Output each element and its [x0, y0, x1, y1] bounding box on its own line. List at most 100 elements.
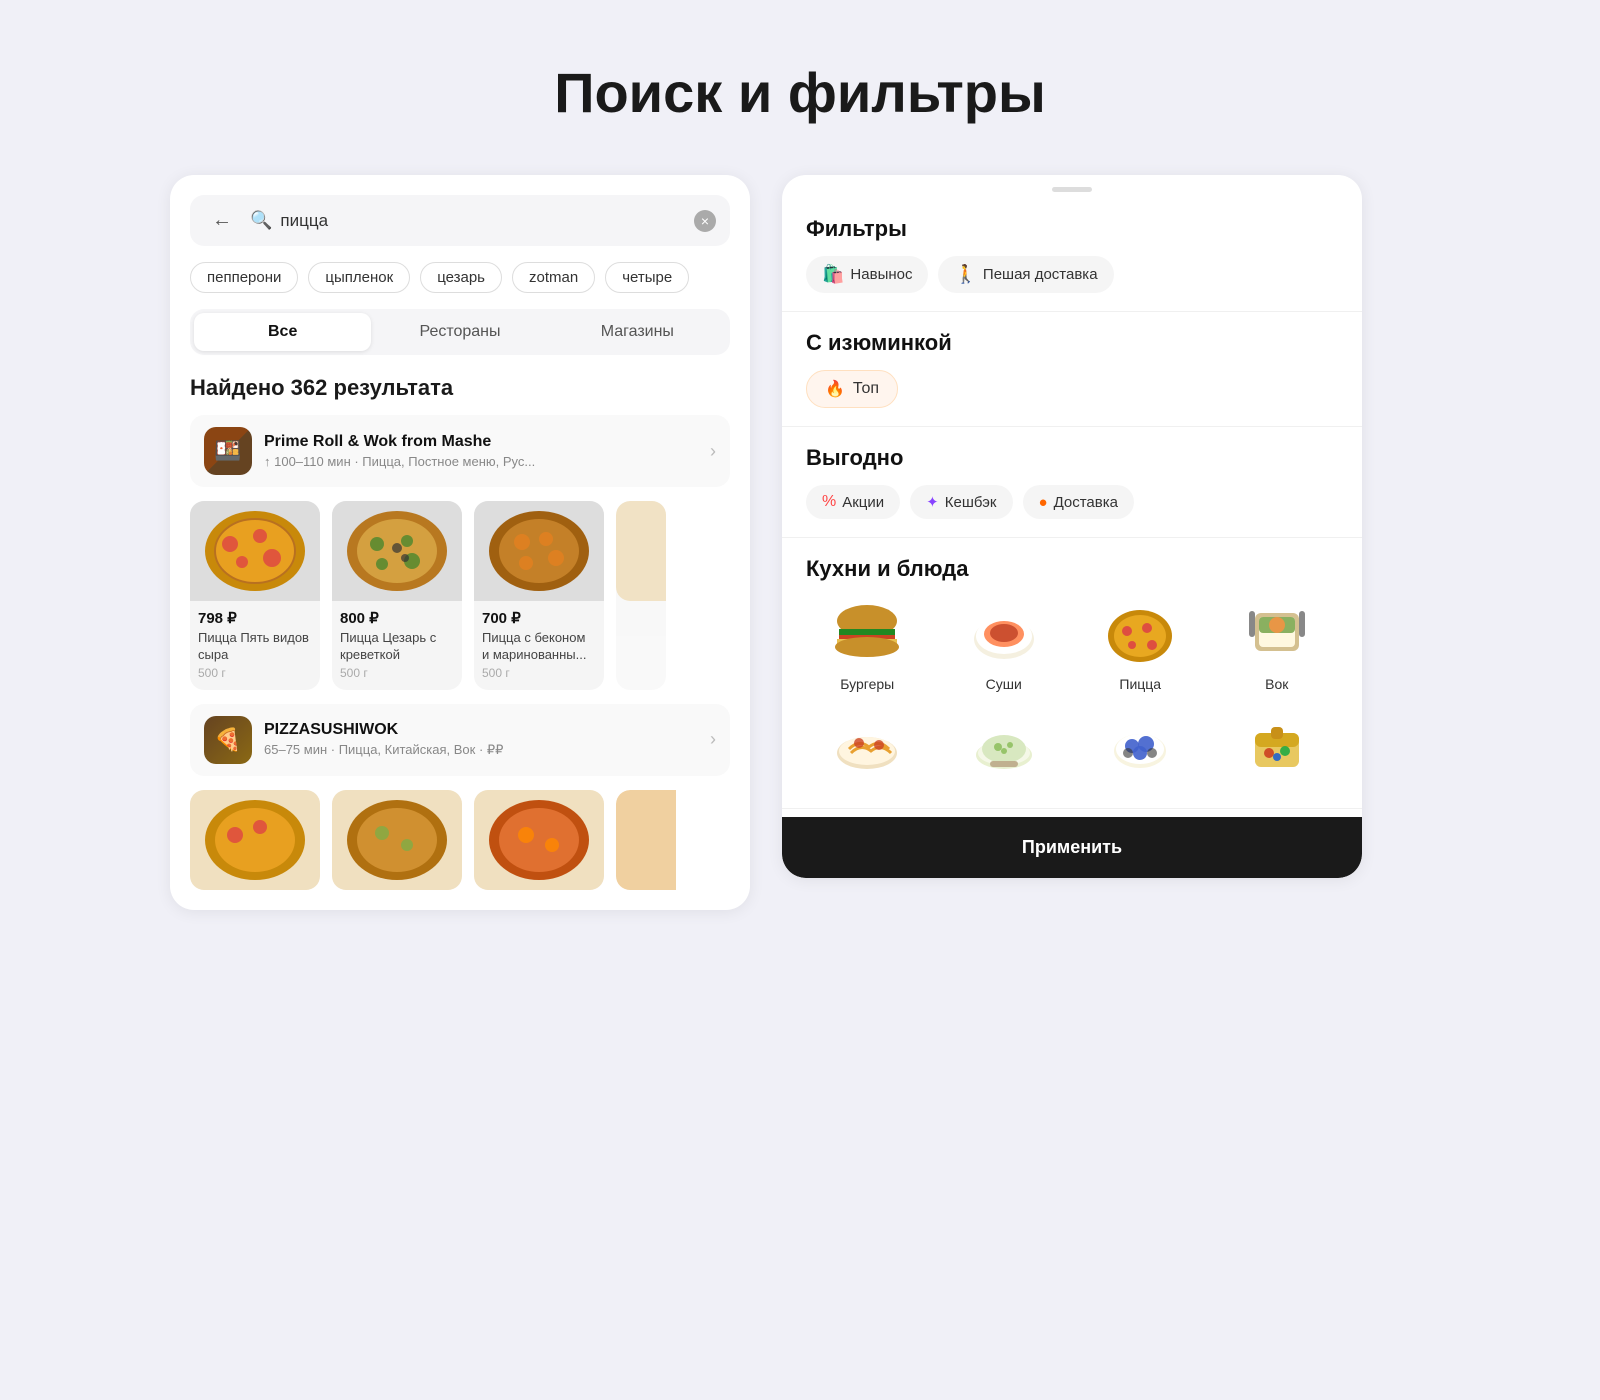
sushi-label: Суши — [986, 676, 1022, 692]
search-icon: 🔍 — [250, 210, 272, 231]
pizza-card-1[interactable] — [332, 790, 462, 890]
cuisine-pizza[interactable]: Пицца — [1079, 596, 1202, 692]
food-weight-1: 500 г — [340, 666, 454, 680]
promo-chip-delivery[interactable]: ● Доставка — [1023, 485, 1134, 519]
cuisine-grid: Бургеры Суши — [806, 596, 1338, 786]
restaurant-arrow-1: › — [710, 441, 716, 462]
drag-bar-area — [782, 175, 1362, 198]
wok-img — [1233, 596, 1321, 668]
restaurant-row-1[interactable]: 🍱 Prime Roll & Wok from Mashe ↑ 100–110 … — [190, 415, 730, 487]
tag-zotman[interactable]: zotman — [512, 262, 595, 293]
page-title: Поиск и фильтры — [554, 60, 1046, 125]
wok-label: Вок — [1265, 676, 1288, 692]
food-weight-2: 500 г — [482, 666, 596, 680]
food-name-0: Пицца Пять видов сыра — [198, 630, 312, 664]
cuisine-box[interactable] — [1216, 706, 1339, 786]
fire-icon: 🔥 — [825, 379, 845, 399]
apply-button[interactable]: Применить — [782, 817, 1362, 878]
soup-img — [960, 706, 1048, 778]
right-panel: Фильтры 🛍️ Навынос 🚶 Пешая доставка С из… — [782, 175, 1362, 878]
filters-section: Фильтры 🛍️ Навынос 🚶 Пешая доставка — [782, 198, 1362, 312]
food-card-3[interactable] — [616, 501, 666, 690]
berries-img — [1096, 706, 1184, 778]
cuisine-title: Кухни и блюда — [806, 556, 1338, 582]
filter-chip-takeout[interactable]: 🛍️ Навынос — [806, 256, 928, 293]
tag-chicken[interactable]: цыпленок — [308, 262, 410, 293]
cashback-label: Кешбэк — [945, 494, 997, 511]
food-price-1: 800 ₽ — [340, 609, 454, 627]
pizza-img — [1096, 596, 1184, 668]
cuisine-sushi[interactable]: Суши — [943, 596, 1066, 692]
restaurant-info-2: PIZZASUSHIWOK 65–75 мин · Пицца, Китайск… — [264, 721, 702, 758]
promo-section: Выгодно % Акции ✦ Кешбэк ● Доставка — [782, 427, 1362, 538]
walk-label: Пешая доставка — [983, 266, 1098, 283]
special-chip-top[interactable]: 🔥 Топ — [806, 370, 898, 408]
restaurant-row-2[interactable]: 🍕 PIZZASUSHIWOK 65–75 мин · Пицца, Китай… — [190, 704, 730, 776]
special-chips: 🔥 Топ — [806, 370, 1338, 408]
delivery-icon: ● — [1039, 494, 1048, 511]
food-card-2[interactable]: 700 ₽ Пицца с беконом и маринованны... 5… — [474, 501, 604, 690]
food-card-0[interactable]: 798 ₽ Пицца Пять видов сыра 500 г — [190, 501, 320, 690]
tab-shops[interactable]: Магазины — [549, 313, 726, 351]
search-input[interactable] — [280, 211, 694, 231]
promo-chip-cashback[interactable]: ✦ Кешбэк — [910, 485, 1012, 519]
tag-caesar[interactable]: цезарь — [420, 262, 502, 293]
tab-all[interactable]: Все — [194, 313, 371, 351]
promo-title: Выгодно — [806, 445, 1338, 471]
food-card-info-2: 700 ₽ Пицца с беконом и маринованны... 5… — [474, 601, 604, 690]
tab-restaurants[interactable]: Рестораны — [371, 313, 548, 351]
restaurant-meta-2: 65–75 мин · Пицца, Китайская, Вок · ₽₽ — [264, 742, 702, 758]
burger-img — [823, 596, 911, 668]
promo-chips: % Акции ✦ Кешбэк ● Доставка — [806, 485, 1338, 519]
special-title: С изюминкой — [806, 330, 1338, 356]
cuisine-section: Кухни и блюда Бургеры — [782, 538, 1362, 809]
clear-search-button[interactable]: × — [694, 210, 716, 232]
food-card-1[interactable]: 800 ₽ Пицца Цезарь с креветкой 500 г — [332, 501, 462, 690]
left-panel: ← 🔍 × пепперони цыпленок цезарь zotman ч… — [170, 175, 750, 910]
restaurant-info-1: Prime Roll & Wok from Mashe ↑ 100–110 ми… — [264, 433, 702, 469]
restaurant-arrow-2: › — [710, 729, 716, 750]
cuisine-berries[interactable] — [1079, 706, 1202, 786]
pasta-img — [823, 706, 911, 778]
cashback-icon: ✦ — [926, 493, 939, 511]
pizza-label: Пицца — [1119, 676, 1161, 692]
food-card-img-0 — [190, 501, 320, 601]
burgers-label: Бургеры — [840, 676, 894, 692]
restaurant-name-2: PIZZASUSHIWOK — [264, 721, 702, 739]
search-bar: ← 🔍 × — [190, 195, 730, 246]
tag-pepperoni[interactable]: пепперони — [190, 262, 298, 293]
pizza-card-0[interactable] — [190, 790, 320, 890]
tag-four[interactable]: четыре — [605, 262, 689, 293]
pizza-cards-row — [190, 790, 730, 890]
food-card-info-1: 800 ₽ Пицца Цезарь с креветкой 500 г — [332, 601, 462, 690]
drag-bar — [1052, 187, 1092, 192]
actions-label: Акции — [842, 494, 884, 511]
cuisine-pasta[interactable] — [806, 706, 929, 786]
cuisine-burgers[interactable]: Бургеры — [806, 596, 929, 692]
tags-row: пепперони цыпленок цезарь zotman четыре — [190, 262, 730, 293]
food-name-1: Пицца Цезарь с креветкой — [340, 630, 454, 664]
cuisine-wok[interactable]: Вок — [1216, 596, 1339, 692]
takeout-icon: 🛍️ — [822, 264, 844, 285]
takeout-label: Навынос — [850, 266, 912, 283]
panels-container: ← 🔍 × пепперони цыпленок цезарь zotman ч… — [170, 175, 1430, 910]
food-weight-0: 500 г — [198, 666, 312, 680]
food-name-2: Пицца с беконом и маринованны... — [482, 630, 596, 664]
restaurant-logo-2: 🍕 — [204, 716, 252, 764]
top-label: Топ — [853, 380, 879, 398]
food-card-img-2 — [474, 501, 604, 601]
food-price-2: 700 ₽ — [482, 609, 596, 627]
box-img — [1233, 706, 1321, 778]
delivery-label: Доставка — [1054, 494, 1118, 511]
actions-icon: % — [822, 493, 836, 511]
food-cards-row: 798 ₽ Пицца Пять видов сыра 500 г — [190, 501, 730, 690]
category-tabs: Все Рестораны Магазины — [190, 309, 730, 355]
promo-chip-actions[interactable]: % Акции — [806, 485, 900, 519]
pizza-card-2[interactable] — [474, 790, 604, 890]
restaurant-meta-1: ↑ 100–110 мин · Пицца, Постное меню, Рус… — [264, 454, 702, 469]
restaurant-name-1: Prime Roll & Wok from Mashe — [264, 433, 702, 451]
cuisine-soup[interactable] — [943, 706, 1066, 786]
back-button[interactable]: ← — [204, 205, 240, 236]
food-card-info-0: 798 ₽ Пицца Пять видов сыра 500 г — [190, 601, 320, 690]
filter-chip-walk[interactable]: 🚶 Пешая доставка — [938, 256, 1113, 293]
